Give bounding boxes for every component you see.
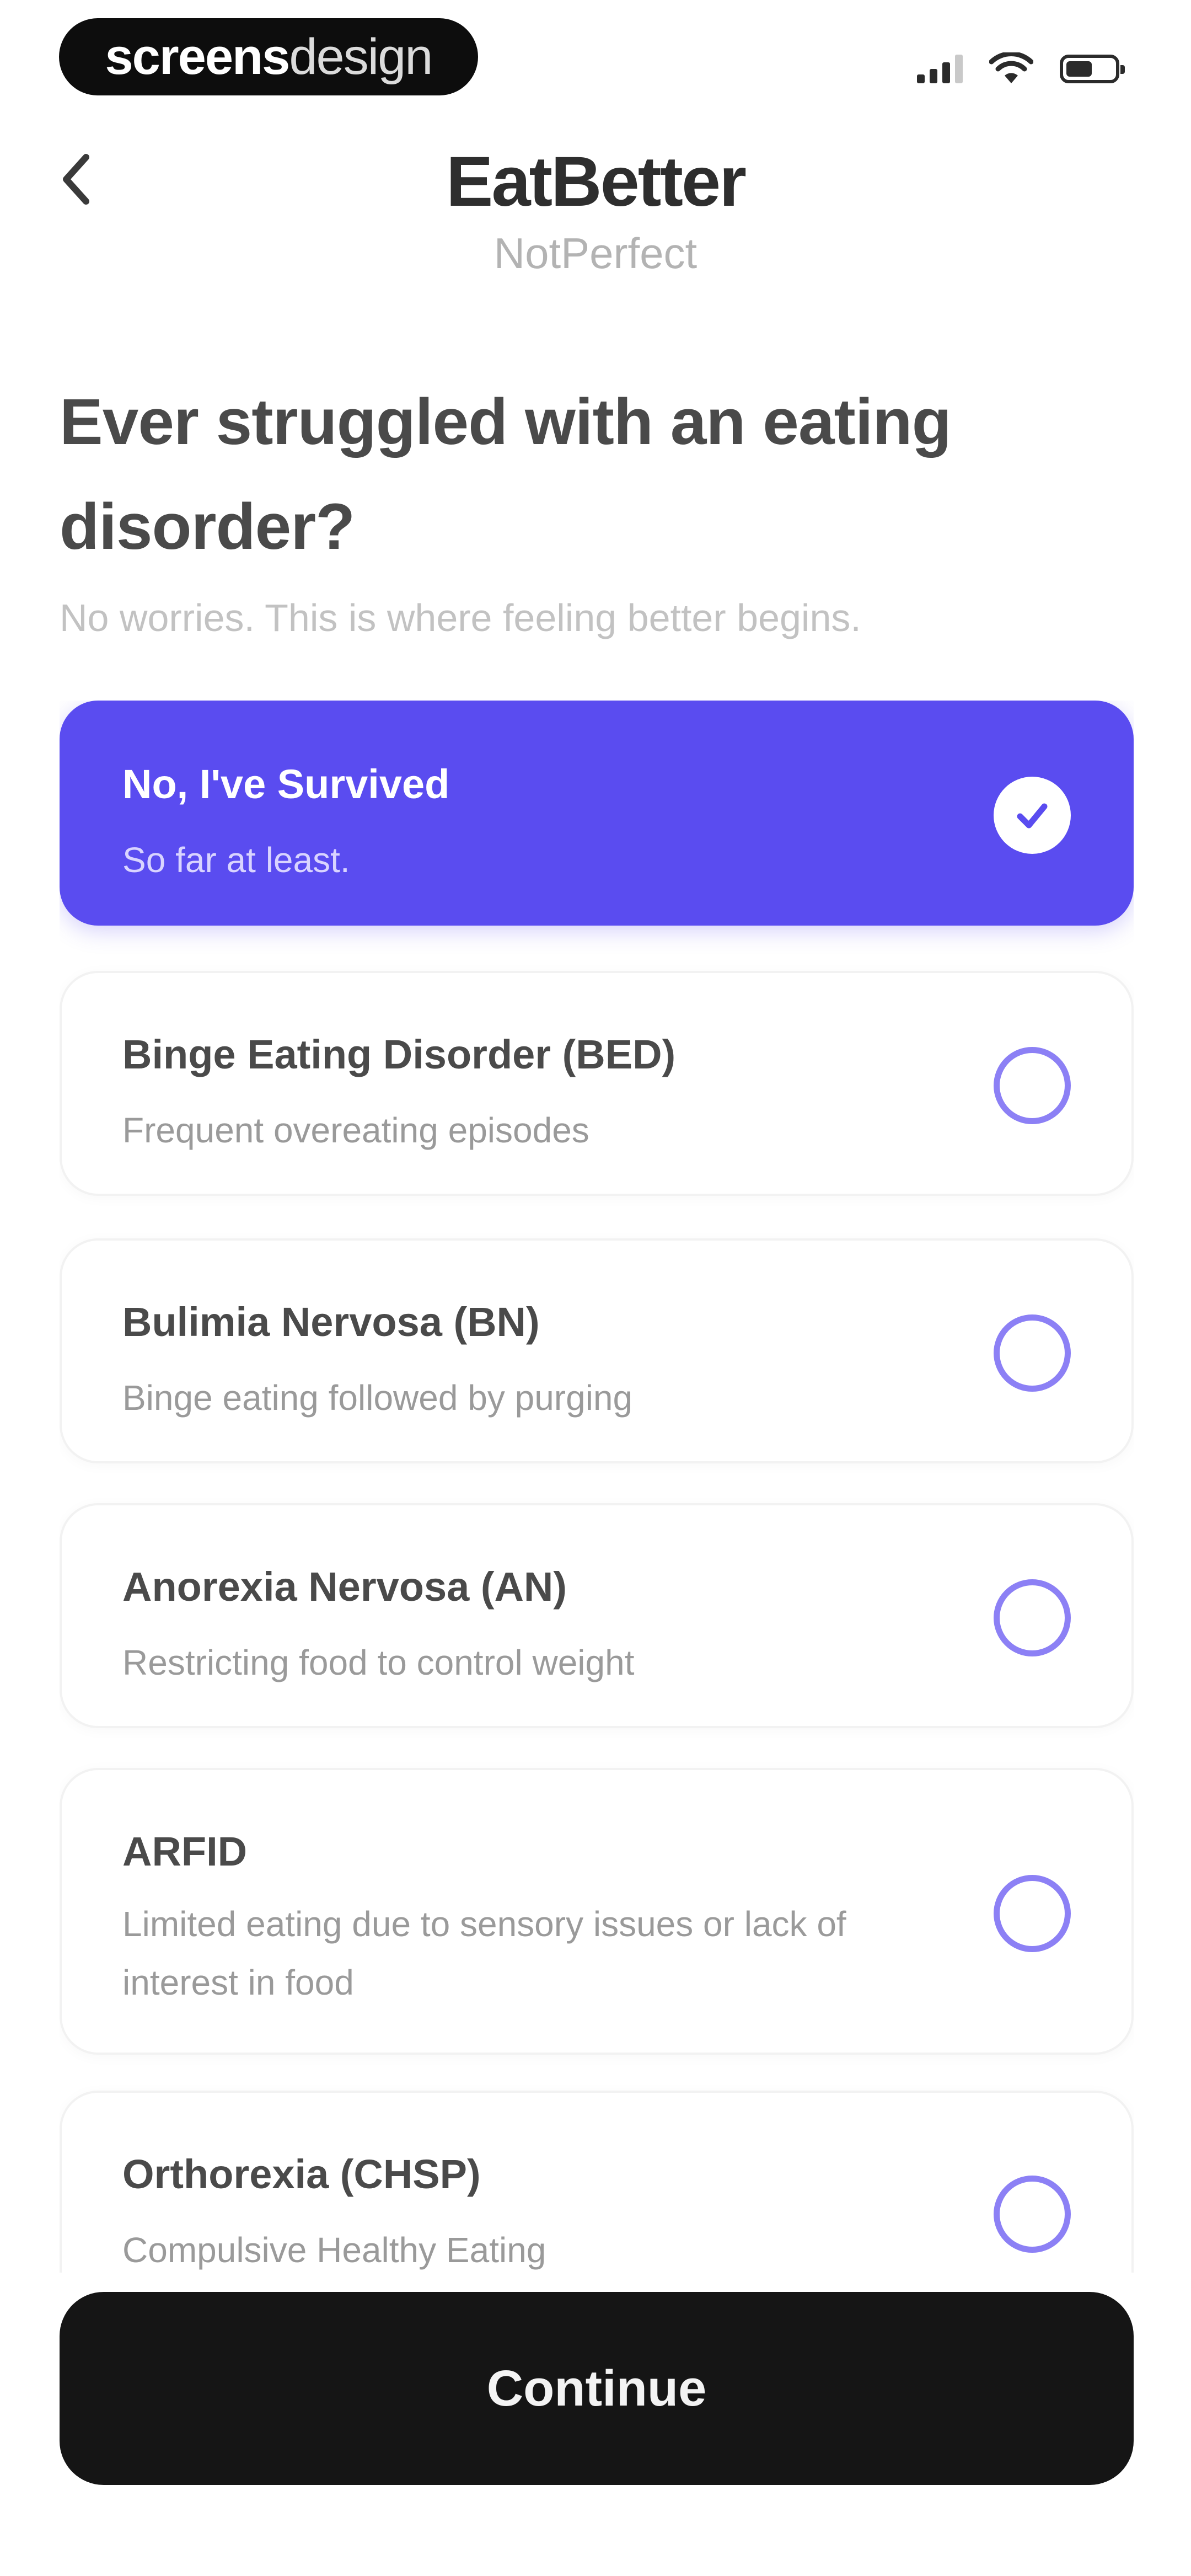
badge-text-light: design bbox=[289, 28, 433, 85]
badge-text-bold: screens bbox=[105, 28, 291, 85]
onboarding-screen: screens design EatBetter NotPerfect Ever … bbox=[0, 0, 1191, 2576]
radio-circle-icon bbox=[994, 1579, 1071, 1656]
option-arfid[interactable]: ARFID Limited eating due to sensory issu… bbox=[60, 1768, 1134, 2055]
option-bed[interactable]: Binge Eating Disorder (BED) Frequent ove… bbox=[60, 971, 1134, 1196]
option-description: Limited eating due to sensory issues or … bbox=[122, 1904, 846, 2002]
option-orthorexia[interactable]: Orthorexia (CHSP) Compulsive Healthy Eat… bbox=[60, 2091, 1134, 2273]
options-list[interactable]: No, I've Survived So far at least. Binge… bbox=[60, 701, 1134, 2273]
app-title: EatBetter bbox=[446, 142, 747, 221]
option-no-survived[interactable]: No, I've Survived So far at least. bbox=[60, 701, 1134, 926]
option-label: Anorexia Nervosa (AN) bbox=[122, 1564, 567, 1610]
battery-icon bbox=[1060, 55, 1125, 83]
option-description: Binge eating followed by purging bbox=[122, 1378, 633, 1418]
radio-circle-icon bbox=[994, 1047, 1071, 1124]
option-label: Binge Eating Disorder (BED) bbox=[122, 1032, 676, 1077]
radio-circle-icon bbox=[994, 1875, 1071, 1952]
header: EatBetter NotPerfect bbox=[0, 141, 1191, 281]
checkmark-icon bbox=[994, 777, 1071, 854]
question-title: Ever struggled with an eating disorder? bbox=[60, 386, 952, 563]
option-label: Orthorexia (CHSP) bbox=[122, 2151, 481, 2197]
option-label: ARFID bbox=[122, 1829, 248, 1874]
radio-circle-icon bbox=[994, 1314, 1071, 1392]
app-subtitle: NotPerfect bbox=[493, 229, 698, 277]
wifi-icon bbox=[989, 52, 1033, 83]
option-label: Bulimia Nervosa (BN) bbox=[122, 1299, 540, 1345]
option-description: Compulsive Healthy Eating bbox=[122, 2230, 546, 2270]
option-an[interactable]: Anorexia Nervosa (AN) Restricting food t… bbox=[60, 1503, 1134, 1728]
option-bn[interactable]: Bulimia Nervosa (BN) Binge eating follow… bbox=[60, 1238, 1134, 1463]
cellular-signal-icon bbox=[917, 55, 963, 83]
option-description: Restricting food to control weight bbox=[122, 1643, 635, 1682]
option-label: No, I've Survived bbox=[122, 761, 450, 807]
screensdesign-badge: screens design bbox=[59, 18, 478, 95]
continue-button[interactable]: Continue bbox=[60, 2292, 1134, 2485]
status-icons bbox=[917, 50, 1125, 88]
question-subtitle: No worries. This is where feeling better… bbox=[60, 596, 861, 639]
option-description: Frequent overeating episodes bbox=[122, 1110, 589, 1150]
radio-circle-icon bbox=[994, 2176, 1071, 2253]
option-description: So far at least. bbox=[122, 840, 350, 880]
